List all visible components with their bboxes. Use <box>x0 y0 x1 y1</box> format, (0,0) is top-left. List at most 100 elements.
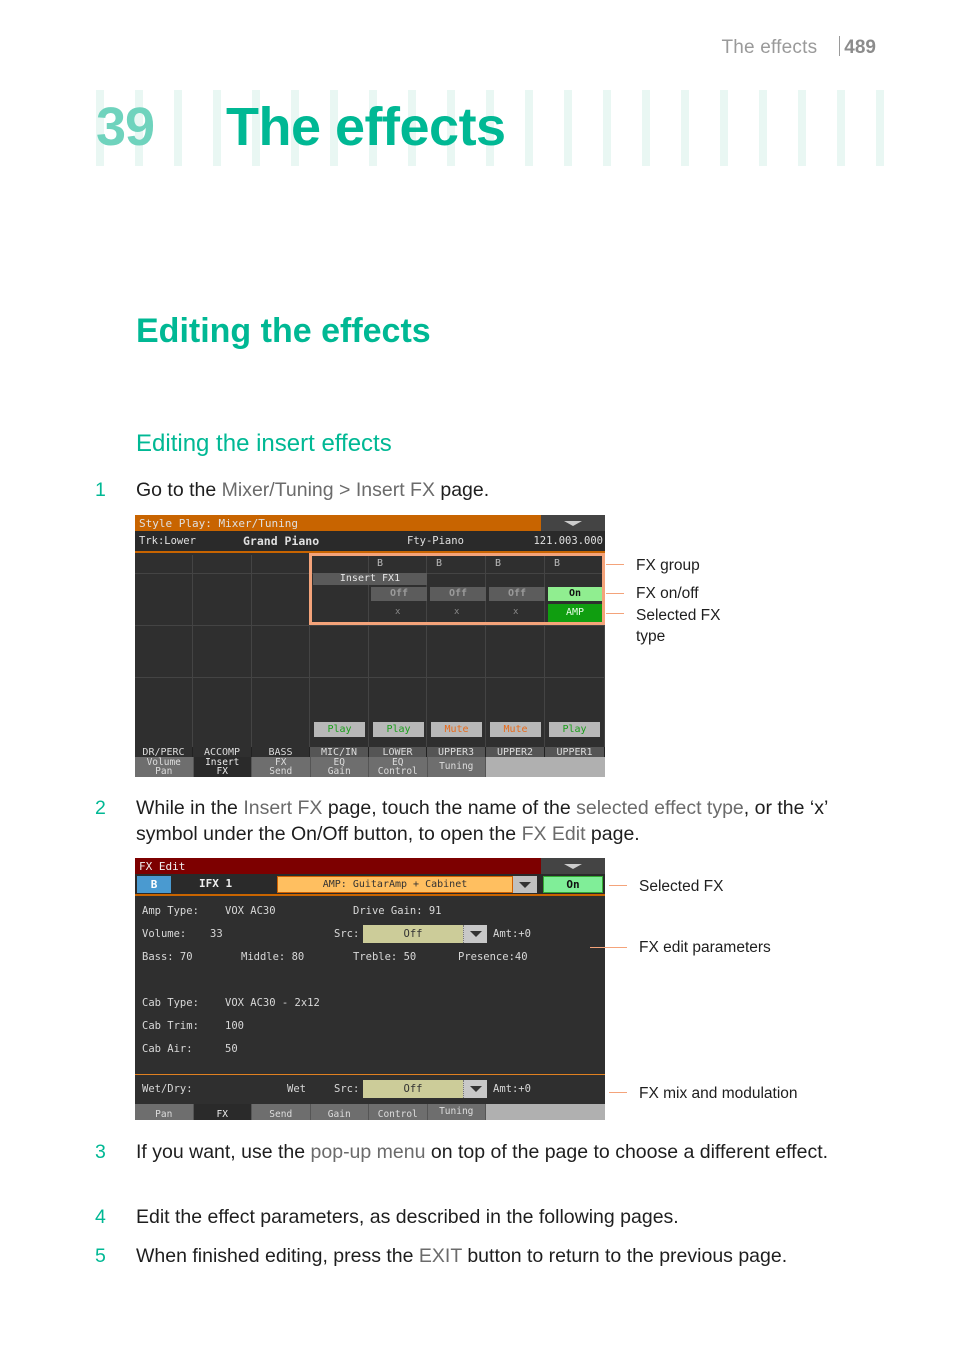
play-mute-button[interactable]: Play <box>549 722 600 737</box>
wetdry-value[interactable]: Wet <box>287 1083 306 1095</box>
fx-type-popup[interactable]: AMP: GuitarAmp + Cabinet <box>277 876 513 893</box>
chapter-stripe <box>525 90 533 166</box>
step-text-run: If you want, use the <box>136 1141 311 1163</box>
fx-type-dropdown-button[interactable] <box>513 876 537 893</box>
tab-tuning[interactable]: Tuning <box>427 1104 486 1120</box>
screen-title-bar: Style Play: Mixer/Tuning <box>135 515 605 531</box>
step-text: Edit the effect parameters, as described… <box>136 1206 679 1228</box>
page-menu-button[interactable] <box>541 515 605 531</box>
tab-insert-fx[interactable]: FX <box>193 1104 252 1120</box>
fx-on-button[interactable]: On <box>543 876 603 893</box>
chevron-down-icon <box>469 931 482 937</box>
track-label: Trk:Lower <box>139 535 196 547</box>
play-mute-button[interactable]: Play <box>373 722 424 737</box>
bank-number: 121.003.000 <box>533 535 603 547</box>
callout-leader <box>606 613 624 614</box>
play-mute-button[interactable]: Mute <box>431 722 482 737</box>
callout-selected-fx-type: Selected FX type <box>636 607 721 645</box>
drive-gain-param[interactable]: Drive Gain: 91 <box>353 905 442 917</box>
page-tabs: Pan FX Send Gain Control Tuning <box>135 1104 605 1120</box>
sound-name[interactable]: Grand Piano <box>243 534 319 548</box>
chapter-stripe <box>720 90 728 166</box>
cab-air-value[interactable]: 50 <box>225 1043 238 1055</box>
step-text-run: Edit the effect parameters, as described… <box>136 1206 679 1228</box>
chapter-stripe <box>681 90 689 166</box>
src-label: Src: <box>334 928 360 940</box>
src-select[interactable]: Off <box>363 925 463 943</box>
page-number: 489 <box>844 37 876 58</box>
chevron-down-icon <box>519 881 531 888</box>
mix-src-dropdown-button[interactable] <box>463 1080 487 1098</box>
step-text-run: When finished editing, press the <box>136 1245 419 1267</box>
tab-eq-control[interactable]: Control <box>369 1104 428 1120</box>
middle-param[interactable]: Middle: 80 <box>241 951 304 963</box>
step-2: 2 While in the Insert FX page, touch the … <box>95 795 881 847</box>
tab-label: Tuning <box>439 1106 474 1118</box>
ui-term: selected effect type <box>576 797 744 819</box>
callout-leader <box>606 564 624 565</box>
param-label: Cab Trim: <box>142 1020 199 1032</box>
tab-eq-gain[interactable]: Gain <box>310 1104 369 1120</box>
step-number: 4 <box>95 1206 106 1228</box>
mix-src-select[interactable]: Off <box>363 1080 463 1098</box>
callout-selected-fx: Selected FX <box>639 878 724 895</box>
step-5: 5 When finished editing, press the EXIT b… <box>95 1243 881 1269</box>
step-text-run: While in the <box>136 797 244 819</box>
tab-eq-gain[interactable]: EQ Gain <box>310 757 369 777</box>
step-number: 2 <box>95 797 106 819</box>
presence-param[interactable]: Presence:40 <box>458 951 528 963</box>
param-label: Cab Type: <box>142 997 199 1009</box>
amt-value[interactable]: Amt:+0 <box>493 928 531 940</box>
step-text: Go to the Mixer/Tuning > Insert FX page. <box>136 479 489 501</box>
step-text-run: page. <box>585 823 640 845</box>
track-info-bar: Trk:Lower Grand Piano Fty-Piano 121.003.… <box>135 531 605 553</box>
tab-eq-control[interactable]: EQ Control <box>369 757 428 777</box>
tab-volume-pan[interactable]: Pan <box>135 1104 194 1120</box>
callout-leader <box>609 1092 627 1093</box>
tab-volume-pan[interactable]: Volume Pan <box>135 757 194 777</box>
chapter-title: The effects <box>226 97 506 157</box>
amp-type-value[interactable]: VOX AC30 <box>225 905 276 917</box>
channel-column <box>193 555 252 747</box>
tab-label: FX <box>216 766 228 777</box>
tab-fx-send[interactable]: FX Send <box>252 757 311 777</box>
bass-param[interactable]: Bass: 70 <box>142 951 193 963</box>
callout-fx-edit-parameters: FX edit parameters <box>639 939 771 956</box>
tab-label: FX <box>216 1108 228 1120</box>
tab-label: Control <box>377 1108 418 1120</box>
tab-fx-send[interactable]: Send <box>252 1104 311 1120</box>
fx-group-button[interactable]: B <box>137 876 171 893</box>
ui-term: pop-up menu <box>310 1141 426 1163</box>
tab-tuning[interactable]: Tuning <box>427 757 486 777</box>
chapter-stripe <box>603 90 611 166</box>
step-text-run: page. <box>434 479 490 501</box>
volume-value[interactable]: 33 <box>210 928 223 940</box>
cab-type-value[interactable]: VOX AC30 - 2x12 <box>225 997 320 1009</box>
step-text-run: page, touch the name of the <box>322 797 577 819</box>
menu-triangle-icon <box>564 863 582 869</box>
cab-trim-value[interactable]: 100 <box>225 1020 244 1032</box>
tab-label: Gain <box>327 766 351 777</box>
tab-insert-fx[interactable]: Insert FX <box>193 757 252 777</box>
chapter-stripe <box>798 90 806 166</box>
fx-highlight-box <box>309 553 605 625</box>
play-mute-button[interactable]: Play <box>314 722 365 737</box>
page-menu-button[interactable] <box>541 858 605 874</box>
screen-title: Style Play: Mixer/Tuning <box>139 516 298 530</box>
mix-amt-value[interactable]: Amt:+0 <box>493 1083 531 1095</box>
play-mute-button[interactable]: Mute <box>490 722 541 737</box>
treble-param[interactable]: Treble: 50 <box>353 951 416 963</box>
callout-fx-mix-modulation: FX mix and modulation <box>639 1085 798 1102</box>
page-tabs: Volume Pan Insert FX FX Send EQ Gain EQ Contr… <box>135 757 605 777</box>
callout-fx-onoff: FX on/off <box>636 585 699 602</box>
running-head: The effects 489 <box>721 33 876 59</box>
step-text: While in the Insert FX page, touch the n… <box>136 797 828 845</box>
tab-label: Send <box>269 1108 293 1120</box>
section-heading: Editing the effects <box>136 312 431 350</box>
src-dropdown-button[interactable] <box>463 925 487 943</box>
step-text-run: on top of the page to choose a different… <box>425 1141 829 1163</box>
step-text-run: button to return to the previous page. <box>461 1245 788 1267</box>
chapter-stripe <box>837 90 845 166</box>
chapter-stripe <box>876 90 884 166</box>
chapter-stripe <box>213 90 221 166</box>
